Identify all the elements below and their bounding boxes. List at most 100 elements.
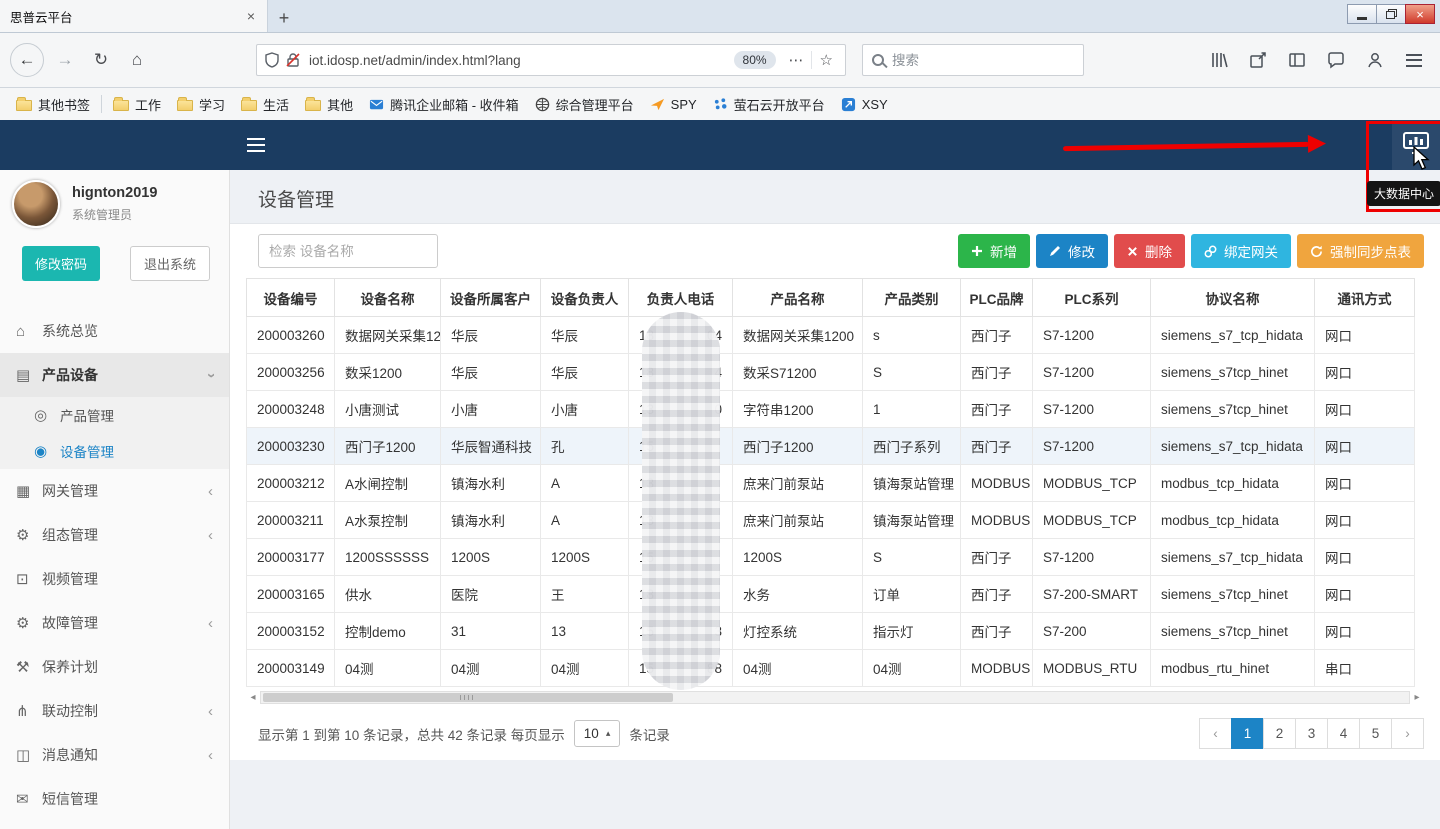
- scrollbar-track[interactable]: [260, 691, 1410, 704]
- page-actions-icon[interactable]: ⋯: [782, 51, 811, 69]
- page-size-select[interactable]: 10 ▴: [574, 720, 621, 747]
- change-password-button[interactable]: 修改密码: [22, 246, 100, 281]
- prev-page-button[interactable]: ‹: [1199, 718, 1232, 749]
- column-header[interactable]: 负责人电话: [629, 279, 733, 317]
- sidebar-toggle-icon[interactable]: [1285, 48, 1309, 72]
- edit-button[interactable]: 修改: [1036, 234, 1108, 268]
- table-cell: S7-200: [1033, 613, 1151, 650]
- table-row[interactable]: 200003230西门子1200华辰智通科技孔15西门子1200西门子系列西门子…: [247, 428, 1415, 465]
- chevron-down-icon: ‹: [202, 373, 219, 378]
- sidebar-item[interactable]: ▤产品设备‹: [0, 353, 229, 397]
- table-row[interactable]: 2000031771200SSSSSS1200S1200S151200SS西门子…: [247, 539, 1415, 576]
- column-header[interactable]: 设备所属客户: [441, 279, 541, 317]
- sidebar-item[interactable]: ▦网关管理‹: [0, 469, 229, 513]
- bookmark-item[interactable]: SPY: [642, 94, 705, 115]
- library-icon[interactable]: [1207, 48, 1231, 72]
- bookmark-item[interactable]: 其他书签: [8, 92, 98, 117]
- browser-tab[interactable]: 思普云平台 ×: [0, 0, 268, 32]
- bookmark-item[interactable]: 工作: [105, 92, 169, 117]
- sidebar-item[interactable]: ⚒保养计划: [0, 645, 229, 689]
- bookmark-item[interactable]: 其他: [297, 92, 361, 117]
- home-button[interactable]: ⌂: [122, 45, 152, 75]
- table-cell: 网口: [1315, 502, 1415, 539]
- sidebar-subitem[interactable]: ◉设备管理: [0, 433, 229, 469]
- table-row[interactable]: 200003248小唐测试小唐小唐130字符串12001西门子S7-1200si…: [247, 391, 1415, 428]
- sidebar-item[interactable]: ⚙组态管理‹: [0, 513, 229, 557]
- sidebar-item[interactable]: ⌂系统总览: [0, 309, 229, 353]
- bookmark-item[interactable]: XSY: [833, 94, 896, 115]
- delete-button[interactable]: 删除: [1114, 234, 1185, 268]
- page-button[interactable]: 5: [1359, 718, 1392, 749]
- chat-icon[interactable]: [1324, 48, 1348, 72]
- forward-button[interactable]: →: [50, 45, 80, 75]
- force-sync-button[interactable]: 强制同步点表: [1297, 234, 1424, 268]
- browser-search-bar[interactable]: [862, 44, 1084, 76]
- table-row[interactable]: 200003165供水医院王18水务订单西门子S7-200-SMARTsieme…: [247, 576, 1415, 613]
- scrollbar-thumb[interactable]: [263, 693, 673, 702]
- table-row[interactable]: 200003260数据网关采集1200华辰华辰1804数据网关采集1200s西门…: [247, 317, 1415, 354]
- table-row[interactable]: 200003212A水闸控制镇海水利A13庶来门前泵站镇海泵站管理MODBUSM…: [247, 465, 1415, 502]
- bind-gateway-button[interactable]: 绑定网关: [1191, 234, 1291, 268]
- bookmark-item[interactable]: 学习: [169, 92, 233, 117]
- zoom-badge[interactable]: 80%: [734, 51, 776, 69]
- page-button[interactable]: 4: [1327, 718, 1360, 749]
- window-minimize-button[interactable]: [1347, 4, 1377, 24]
- page-button[interactable]: 2: [1263, 718, 1296, 749]
- account-icon[interactable]: [1363, 48, 1387, 72]
- sidebar-item[interactable]: ⚙故障管理‹: [0, 601, 229, 645]
- scroll-left-icon[interactable]: ◂: [246, 692, 260, 703]
- column-header[interactable]: 产品类别: [863, 279, 961, 317]
- back-button[interactable]: ←: [10, 43, 44, 77]
- sidebar-item[interactable]: ◫消息通知‹: [0, 733, 229, 777]
- window-close-button[interactable]: ×: [1405, 4, 1435, 24]
- sidebar-item[interactable]: ✉短信管理: [0, 777, 229, 821]
- page-button[interactable]: 3: [1295, 718, 1328, 749]
- shield-icon[interactable]: [265, 52, 279, 68]
- tab-close-icon[interactable]: ×: [245, 8, 257, 24]
- bookmark-item[interactable]: 腾讯企业邮箱 - 收件箱: [361, 92, 527, 117]
- column-header[interactable]: 产品名称: [733, 279, 863, 317]
- sidebar-subitem[interactable]: ◎产品管理: [0, 397, 229, 433]
- table-row[interactable]: 200003211A水泵控制镇海水利A13庶来门前泵站镇海泵站管理MODBUSM…: [247, 502, 1415, 539]
- privacy-blur-overlay: [642, 312, 720, 690]
- bookmark-item[interactable]: 综合管理平台: [527, 92, 642, 117]
- column-header[interactable]: 设备名称: [335, 279, 441, 317]
- page-buttons: ‹12345›: [1200, 718, 1424, 749]
- new-tab-button[interactable]: +: [268, 4, 300, 32]
- column-header[interactable]: PLC品牌: [961, 279, 1033, 317]
- scroll-right-icon[interactable]: ▸: [1410, 692, 1424, 703]
- bookmark-item[interactable]: 生活: [233, 92, 297, 117]
- table-cell: S7-1200: [1033, 354, 1151, 391]
- page-button[interactable]: 1: [1231, 718, 1264, 749]
- screenshot-edit-icon[interactable]: [1246, 48, 1270, 72]
- bookmark-star-icon[interactable]: ☆: [811, 51, 837, 69]
- column-header[interactable]: 设备负责人: [541, 279, 629, 317]
- window-restore-button[interactable]: [1376, 4, 1406, 24]
- sidebar-item[interactable]: ⋔联动控制‹: [0, 689, 229, 733]
- caret-up-icon: ▴: [606, 728, 611, 739]
- table-row[interactable]: 200003256数采1200华辰华辰184数采S71200S西门子S7-120…: [247, 354, 1415, 391]
- reload-button[interactable]: ↻: [86, 45, 116, 75]
- chevron-left-icon: ‹: [208, 527, 213, 544]
- table-row[interactable]: 200003152控制demo3113153灯控系统指示灯西门子S7-200si…: [247, 613, 1415, 650]
- menu-icon[interactable]: [1402, 48, 1426, 72]
- column-header[interactable]: PLC系列: [1033, 279, 1151, 317]
- avatar[interactable]: [12, 180, 60, 228]
- next-page-button[interactable]: ›: [1391, 718, 1424, 749]
- sidebar-collapse-icon[interactable]: [247, 138, 265, 152]
- sidebar-item[interactable]: ▤: [0, 821, 229, 829]
- logout-button[interactable]: 退出系统: [130, 246, 210, 281]
- bookmark-item[interactable]: 萤石云开放平台: [705, 92, 833, 117]
- bookmark-label: 其他: [327, 95, 353, 114]
- sidebar-item[interactable]: ⊡视频管理: [0, 557, 229, 601]
- sidebar-item-label: 组态管理: [42, 525, 98, 545]
- column-header[interactable]: 协议名称: [1151, 279, 1315, 317]
- device-search-input[interactable]: [258, 234, 438, 268]
- column-header[interactable]: 设备编号: [247, 279, 335, 317]
- add-button[interactable]: 新增: [958, 234, 1030, 268]
- insecure-lock-icon[interactable]: [285, 52, 301, 68]
- table-row[interactable]: 20000314904测04测04测158804测04测MODBUSMODBUS…: [247, 650, 1415, 687]
- url-bar[interactable]: iot.idosp.net/admin/index.html?lang 80% …: [256, 44, 846, 76]
- column-header[interactable]: 通讯方式: [1315, 279, 1415, 317]
- browser-search-input[interactable]: [892, 53, 1074, 68]
